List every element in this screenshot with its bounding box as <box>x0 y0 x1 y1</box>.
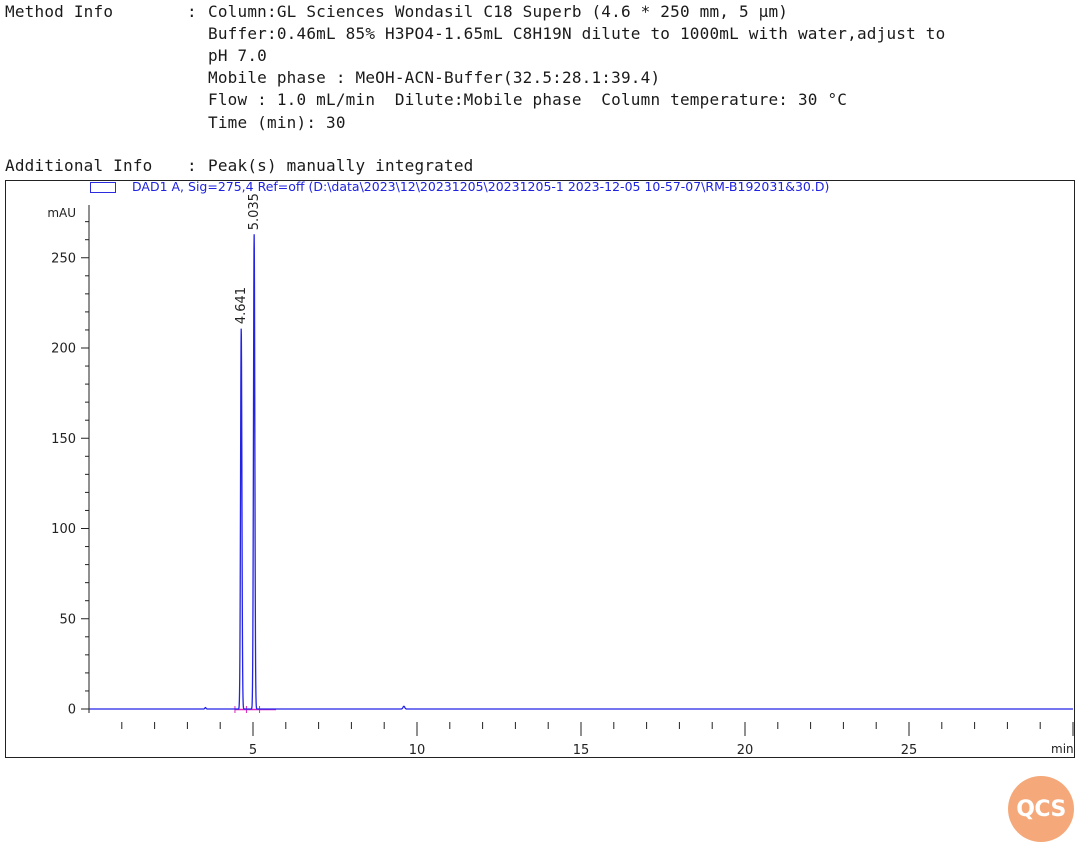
y-tick-label: 50 <box>59 612 76 627</box>
qcs-logo: QCS <box>1008 776 1074 842</box>
x-tick-label: 20 <box>737 743 754 758</box>
x-axis-label: min <box>1051 742 1074 756</box>
y-tick-label: 100 <box>51 522 76 537</box>
peak-label: 4.641 <box>234 287 249 324</box>
x-tick-label: 15 <box>573 743 590 758</box>
chromatogram-chart: 0 50 100 150 200 250 mAU 5 10 15 20 25 min 4.641 5.035 <box>47 193 1074 758</box>
y-tick-label: 250 <box>51 251 76 266</box>
y-tick-label: 150 <box>51 432 76 447</box>
x-tick-label: 5 <box>249 743 257 758</box>
x-tick-label: 10 <box>409 743 426 758</box>
y-tick-label: 0 <box>68 703 76 718</box>
y-tick-label: 200 <box>51 342 76 357</box>
y-axis-label: mAU <box>47 206 76 220</box>
peak-label: 5.035 <box>247 193 262 230</box>
x-tick-label: 25 <box>901 743 918 758</box>
logo-text: QCS <box>1016 796 1066 822</box>
